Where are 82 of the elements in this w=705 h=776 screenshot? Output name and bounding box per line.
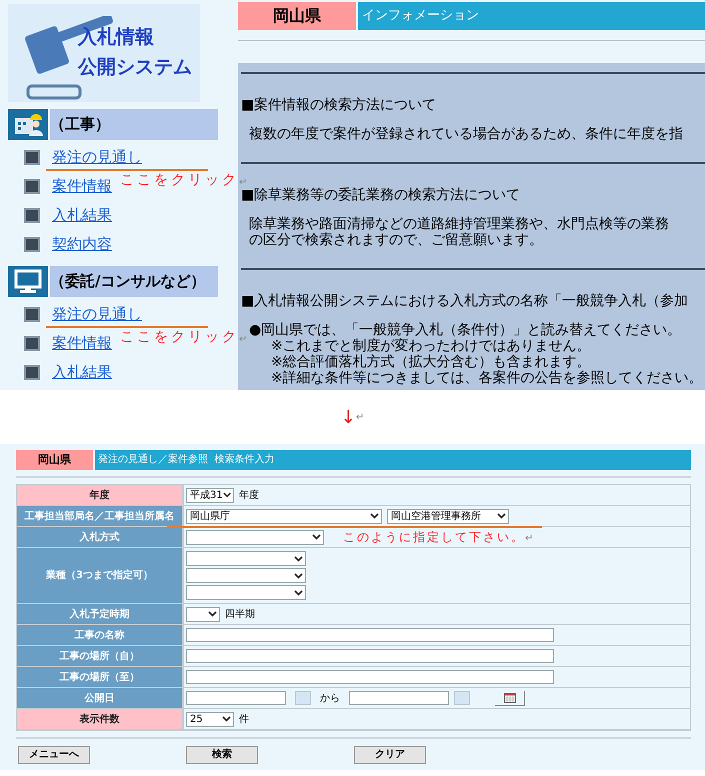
field-label: 年度 [17,485,184,505]
menu-link[interactable]: 入札結果 [52,204,112,227]
notice-text: の区分で検索されますので、ご留意願います。 [249,232,544,248]
paragraph-mark: ↵ [525,532,534,546]
bullet-icon [24,336,40,351]
field-label: 工事担当部局名／工事担当所属名 [17,506,184,526]
dropdown[interactable]: 平成31 [186,488,234,502]
field-label: 工事の場所（至） [17,667,184,687]
page-title: インフォメーション [358,2,705,30]
page-title: 発注の見通し／案件参照 検索条件入力 [95,450,691,470]
calendar-swatch[interactable] [454,691,470,705]
annotation-text: ここをクリック [120,171,239,189]
prefecture-label: 岡山県 [238,2,356,30]
worker-building-icon [13,112,43,138]
monitor-icon [14,268,42,294]
text-field[interactable] [186,691,286,705]
chevron-icon [294,556,303,562]
form-button[interactable]: 検索 [186,746,258,764]
paragraph-mark: ↵ [239,334,248,346]
notice-heading: ■除草業務等の委託業務の検索方法について [241,186,522,204]
chevron-icon [497,513,506,519]
text-field[interactable] [186,649,554,663]
unit-label: 年度 [239,488,259,502]
text-field[interactable] [186,628,554,642]
dropdown[interactable]: 25 [186,712,234,726]
chevron-icon [312,534,321,540]
text-field[interactable] [349,691,449,705]
annotation-text: ここをクリック [120,328,239,346]
chevron-icon [208,611,217,617]
chevron-icon [222,716,231,722]
field-label: 入札予定時期 [17,604,184,624]
chevron-icon [222,492,231,498]
section-title: （委託/コンサルなど） [50,266,218,297]
form-button[interactable]: クリア [354,746,426,764]
paragraph-mark: ↵ [239,177,248,189]
chevron-icon [294,590,303,596]
prefecture-label: 岡山県 [16,450,93,470]
notice-heading: ■案件情報の検索方法について [241,96,438,114]
unit-label: 件 [239,712,249,726]
chevron-icon [294,572,303,578]
menu-link[interactable]: 入札結果 [52,361,112,384]
notice-text: ※これまでと制度が変わったわけではありません。 [270,338,592,354]
bullet-icon [24,307,40,322]
field-label: 工事の場所（自） [17,646,184,666]
field-label: 表示件数 [17,709,184,729]
field-label: 工事の名称 [17,625,184,645]
unit-label: 四半期 [225,608,255,622]
field-label: 業種（3つまで指定可） [17,548,184,603]
bullet-icon [24,179,40,194]
dropdown[interactable]: 岡山県庁 [186,508,382,524]
paragraph-mark: ↵ [356,410,364,424]
bullet-icon [24,208,40,223]
range-label: から [320,692,340,706]
notice-heading: ■入札情報公開システムにおける入札方式の名称「一般競争入札（参加 [241,292,690,310]
bullet-icon [24,237,40,252]
dropdown[interactable] [186,606,220,622]
section-title: （工事） [50,109,218,140]
chevron-icon [370,513,379,519]
logo-text: 公開システム [78,55,192,80]
notice-text: 除草業務や路面清掃などの道路維持管理業務や、水門点検等の業務 [249,216,670,232]
calendar-button[interactable] [495,690,525,706]
notice-text: ●岡山県では、「一般競争入札（条件付）」と読み替えてください。 [249,322,682,338]
form-button[interactable]: メニューへ [18,746,90,764]
logo-text: 入札情報 [78,25,155,50]
menu-link[interactable]: 契約内容 [52,233,112,256]
calendar-icon [504,692,516,702]
down-arrow: ↓ [340,406,356,430]
notice-text: ※総合評価落札方式（拡大分含む）も含まれます。 [270,354,592,370]
bullet-icon [24,365,40,380]
bullet-icon [24,150,40,165]
calendar-swatch[interactable] [295,691,311,705]
notice-text: ※詳細な条件等につきましては、各案件の公告を参照してください。 [270,370,704,386]
field-label: 入札方式 [17,527,184,547]
menu-link[interactable]: 発注の見通し [52,146,142,169]
annotation-text: このように指定して下さい。 [343,529,525,546]
menu-link[interactable]: 発注の見通し [52,303,142,326]
text-field[interactable] [186,670,554,684]
menu-link[interactable]: 案件情報 [52,332,112,355]
notice-text: 複数の年度で案件が登録されている場合があるため、条件に年度を指 [249,126,684,142]
field-label: 公開日 [17,688,184,708]
menu-link[interactable]: 案件情報 [52,175,112,198]
dropdown[interactable]: 岡山空港管理事務所 [387,508,509,524]
